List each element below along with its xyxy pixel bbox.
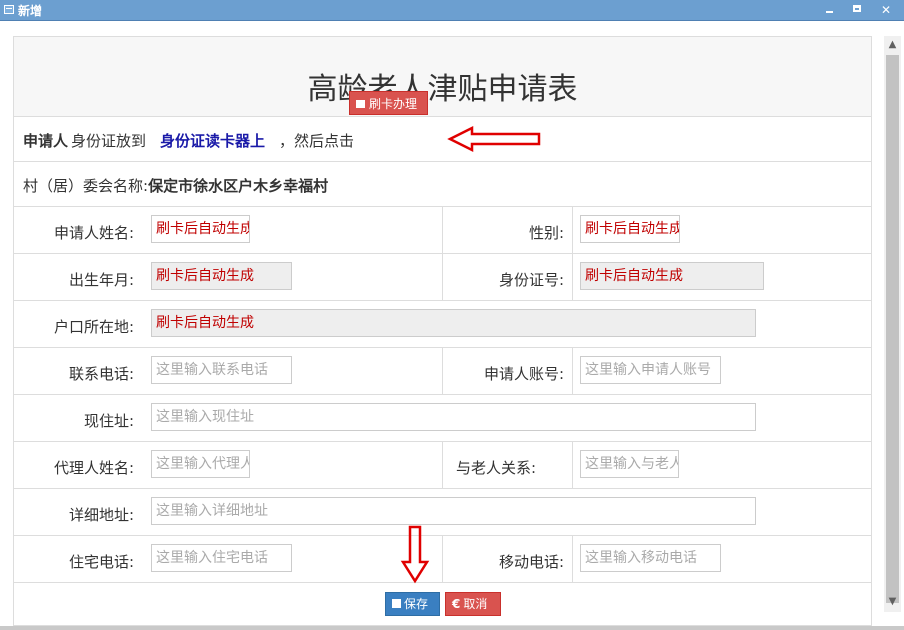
village-value: 保定市徐水区户木乡幸福村 (148, 177, 329, 195)
window-titlebar: 新增 ✕ (0, 0, 904, 21)
id-number-label: 身份证号: (498, 271, 564, 289)
agent-name-label: 代理人姓名: (53, 459, 134, 477)
address-input[interactable]: 这里输入现住址 (151, 403, 756, 431)
agent-name-input[interactable]: 这里输入代理人姓名 (151, 450, 250, 478)
card-icon (356, 99, 365, 108)
minimize-icon[interactable] (822, 2, 838, 18)
form-row: 联系电话: 这里输入联系电话 申请人账号: 这里输入申请人账号 (14, 348, 871, 395)
form-title-row: 高龄老人津贴申请表 (14, 37, 871, 117)
village-info: 村（居）委会名称:保定市徐水区户木乡幸福村 (23, 175, 328, 196)
mobile-label: 移动电话: (498, 553, 564, 571)
form-row: 申请人姓名: 刷卡后自动生成 性别: 刷卡后自动生成 (14, 207, 871, 254)
instruction-applicant: 申请人 (23, 132, 69, 150)
instruction-then-click: ，然后点击 (279, 132, 355, 150)
gender-field[interactable]: 刷卡后自动生成 (580, 215, 680, 243)
birth-date-field: 刷卡后自动生成 (151, 262, 292, 290)
household-field: 刷卡后自动生成 (151, 309, 756, 337)
maximize-icon[interactable] (850, 2, 866, 18)
home-phone-label: 住宅电话: (68, 553, 134, 571)
birth-date-label: 出生年月: (68, 271, 134, 289)
form-row: 代理人姓名: 这里输入代理人姓名 与老人关系: 这里输入与老人关系 (14, 442, 871, 489)
account-input[interactable]: 这里输入申请人账号 (580, 356, 721, 384)
gender-label: 性别: (528, 224, 564, 242)
detail-address-input[interactable]: 这里输入详细地址 (151, 497, 756, 525)
household-label: 户口所在地: (53, 318, 134, 336)
form-row: 出生年月: 刷卡后自动生成 身份证号: 刷卡后自动生成 (14, 254, 871, 301)
id-number-field: 刷卡后自动生成 (580, 262, 764, 290)
detail-address-label: 详细地址: (68, 506, 134, 524)
scroll-up-icon[interactable]: ▲ (884, 36, 901, 53)
swipe-card-button[interactable]: 刷卡办理 (349, 91, 428, 115)
form-row: 户口所在地: 刷卡后自动生成 (14, 301, 871, 348)
cancel-button[interactable]: € 取消 (445, 592, 501, 616)
account-label: 申请人账号: (483, 365, 564, 383)
vertical-scrollbar[interactable]: ▲ ▼ (884, 36, 901, 612)
home-phone-input[interactable]: 这里输入住宅电话 (151, 544, 292, 572)
village-row: 村（居）委会名称:保定市徐水区户木乡幸福村 (14, 162, 871, 207)
down-arrow-annotation (400, 525, 430, 584)
form-row: 详细地址: 这里输入详细地址 (14, 489, 871, 536)
form-row: 住宅电话: 这里输入住宅电话 移动电话: 这里输入移动电话 (14, 536, 871, 583)
scrollbar-thumb[interactable] (886, 55, 899, 603)
phone-input[interactable]: 这里输入联系电话 (151, 356, 292, 384)
applicant-name-field[interactable]: 刷卡后自动生成 (151, 215, 250, 243)
left-arrow-annotation (447, 125, 541, 153)
save-icon (392, 599, 401, 608)
instruction-text: 身份证放到 (71, 132, 147, 150)
form-row: 现住址: 这里输入现住址 (14, 395, 871, 442)
relation-input[interactable]: 这里输入与老人关系 (580, 450, 679, 478)
save-label: 保存 (404, 597, 429, 611)
close-icon[interactable]: ✕ (878, 2, 894, 18)
instruction-row: 申请人 身份证放到 身份证读卡器上 ，然后点击 (14, 117, 871, 162)
swipe-card-label: 刷卡办理 (369, 97, 418, 111)
save-button[interactable]: 保存 (385, 592, 440, 616)
applicant-name-label: 申请人姓名: (53, 224, 134, 242)
phone-label: 联系电话: (68, 365, 134, 383)
instruction-card-reader: 身份证读卡器上 (160, 132, 266, 150)
mobile-input[interactable]: 这里输入移动电话 (580, 544, 721, 572)
scroll-down-icon[interactable]: ▼ (884, 593, 901, 610)
cancel-label: 取消 (463, 597, 488, 611)
euro-icon: € (452, 597, 461, 611)
page-title: 高龄老人津贴申请表 (307, 72, 578, 107)
application-form: 高龄老人津贴申请表 申请人 身份证放到 身份证读卡器上 ，然后点击 村（居）委会… (13, 36, 872, 626)
window-title: 新增 (18, 4, 43, 18)
window-icon (4, 5, 14, 14)
address-label: 现住址: (83, 412, 134, 430)
relation-label: 与老人关系: (455, 459, 536, 477)
bottom-border (0, 626, 904, 630)
village-label: 村（居）委会名称: (23, 177, 149, 195)
